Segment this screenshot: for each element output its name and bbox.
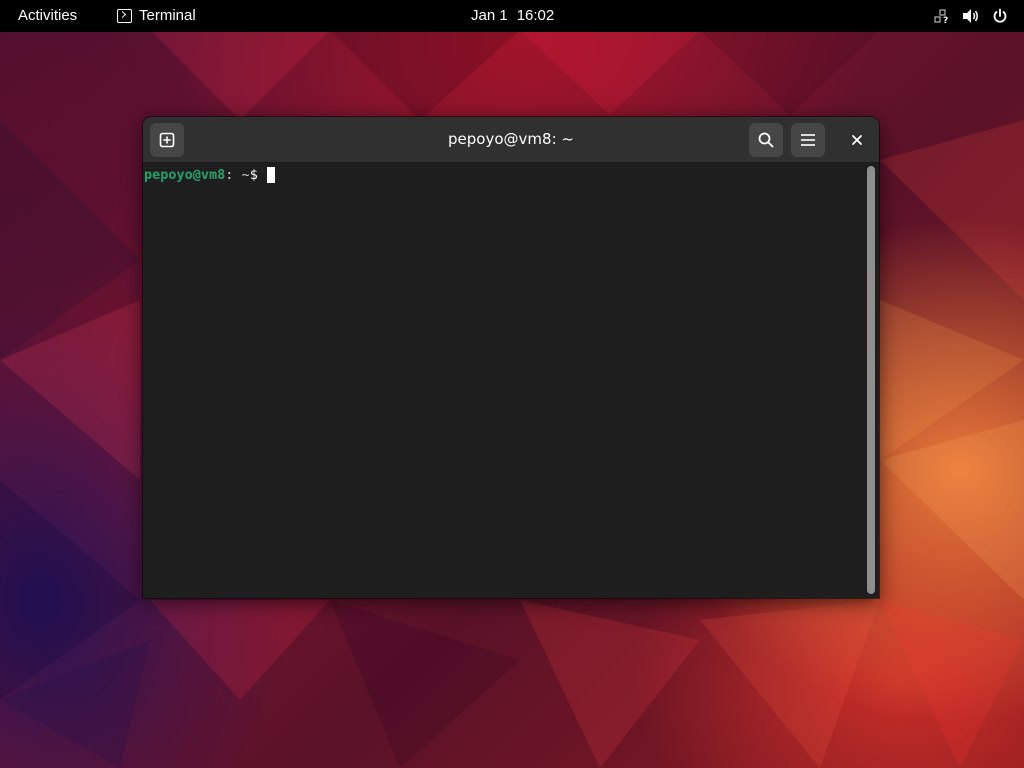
prompt-separator: : [225, 167, 234, 183]
terminal-window[interactable]: pepoyo@vm8: ~ pepoyo@vm8: ~ $ [143, 117, 879, 598]
main-menu-button[interactable] [791, 123, 825, 157]
prompt-line: pepoyo@vm8: ~ $ [144, 167, 864, 183]
volume-icon[interactable] [962, 8, 980, 24]
clock-time: 16:02 [516, 7, 555, 24]
activities-button[interactable]: Activities [18, 7, 77, 24]
clock-button[interactable]: Jan 1 16:02 [471, 7, 554, 24]
search-button[interactable] [749, 123, 783, 157]
text-cursor [266, 167, 275, 183]
terminal-scrollbar[interactable] [867, 166, 875, 594]
app-menu-label: Terminal [139, 7, 196, 24]
network-unknown-icon[interactable]: ? [934, 8, 950, 24]
prompt-user-host: pepoyo@vm8 [144, 167, 226, 183]
app-menu-button[interactable]: Terminal [117, 7, 196, 24]
terminal-icon [117, 8, 132, 23]
terminal-output[interactable]: pepoyo@vm8: ~ $ [143, 164, 865, 598]
hamburger-menu-icon [801, 134, 815, 146]
svg-text:?: ? [943, 16, 948, 24]
prompt-path: ~ [233, 167, 250, 183]
top-panel: Activities Terminal Jan 1 16:02 ? [0, 0, 1024, 32]
power-icon[interactable] [992, 8, 1008, 24]
clock-date: Jan 1 [471, 7, 508, 24]
window-headerbar[interactable]: pepoyo@vm8: ~ [143, 117, 879, 163]
search-icon [758, 132, 774, 148]
close-icon [852, 135, 862, 145]
prompt-symbol: $ [249, 167, 266, 183]
system-tray[interactable]: ? [934, 8, 1008, 24]
close-button[interactable] [843, 126, 871, 154]
